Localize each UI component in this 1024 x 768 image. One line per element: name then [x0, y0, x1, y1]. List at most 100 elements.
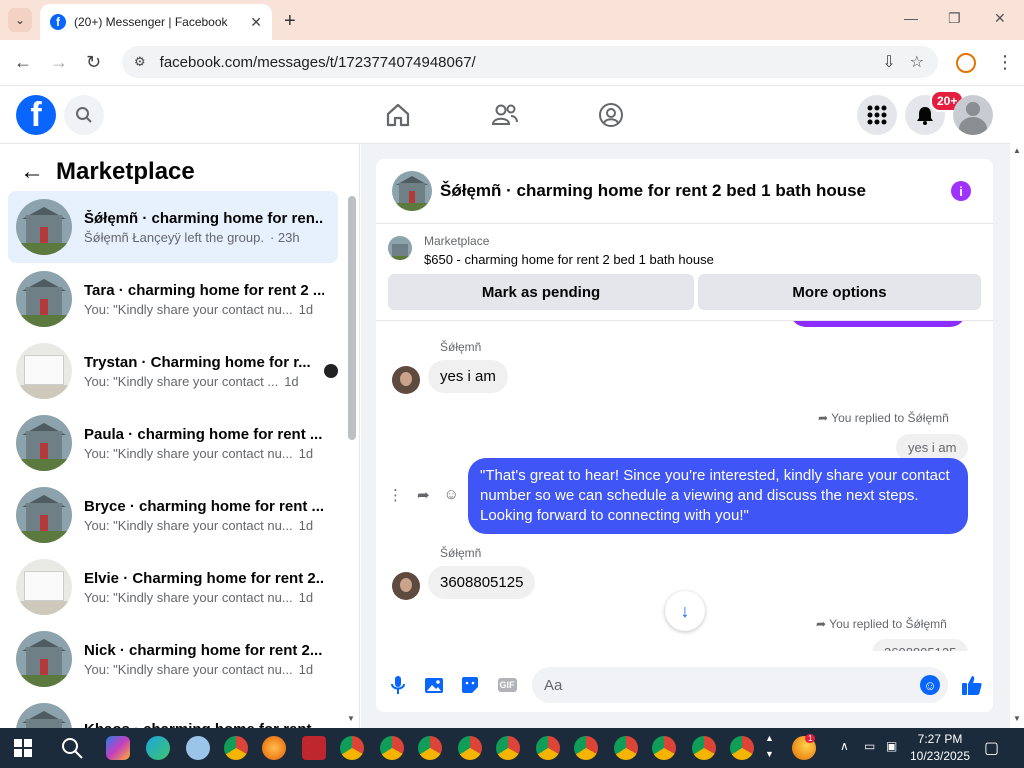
reply-icon[interactable]: ➦ [417, 486, 430, 504]
friends-nav-button[interactable] [490, 100, 520, 130]
emoji-icon[interactable]: ☺ [920, 675, 940, 695]
menu-grid-button[interactable] [857, 95, 897, 135]
back-arrow-icon[interactable]: ← [20, 158, 44, 186]
conversation-time: 1d [298, 661, 314, 677]
conversation-item[interactable]: Elvie · Charming home for rent 2... You: … [8, 551, 338, 623]
close-window-icon[interactable]: ✕ [994, 10, 1006, 27]
conversation-preview: You: "Kindly share your contact nu... [84, 445, 293, 461]
reload-icon[interactable]: ↻ [86, 52, 101, 73]
camera-icon[interactable]: ▭ [864, 739, 875, 753]
sender-avatar[interactable] [392, 366, 420, 394]
minimize-icon[interactable]: — [904, 10, 918, 26]
chrome-profile-icon[interactable] [574, 736, 598, 760]
conversation-item[interactable]: Nick · charming home for rent 2... You: "… [8, 623, 338, 695]
conversation-time: 1d [298, 445, 314, 461]
like-thumb-icon[interactable] [960, 675, 984, 695]
conversation-preview: You: "Kindly share your contact ... [84, 373, 279, 389]
notification-center-icon[interactable]: ▢ [984, 738, 999, 758]
edge-icon[interactable] [146, 736, 170, 760]
show-hidden-icons[interactable]: ∧ [840, 739, 849, 753]
mark-as-pending-button[interactable]: Mark as pending [388, 274, 694, 310]
groups-nav-button[interactable] [596, 100, 626, 130]
chrome-profile-icon[interactable] [418, 736, 442, 760]
tab-search-button[interactable]: ⌄ [8, 8, 32, 32]
conversation-thumb [16, 199, 72, 255]
page-scroll-up-icon[interactable]: ▲ [1013, 146, 1021, 155]
clock-date[interactable]: 10/23/2025 [906, 749, 974, 763]
back-icon[interactable]: ← [14, 52, 32, 73]
chat-title[interactable]: Šǿłęmñ · charming home for rent 2 bed 1 … [440, 181, 866, 201]
home-icon [386, 103, 410, 127]
chrome-icon[interactable] [224, 736, 248, 760]
more-options-button[interactable]: More options [698, 274, 981, 310]
quoted-phone[interactable]: 3608805125 [872, 639, 969, 651]
more-actions-icon[interactable]: ⋮ [388, 486, 403, 504]
bookmark-star-icon[interactable]: ☆ [910, 52, 924, 72]
chrome-profile-icon[interactable] [730, 736, 754, 760]
facebook-logo-icon[interactable]: f [16, 95, 56, 135]
facebook-favicon-icon: f [50, 14, 66, 30]
close-tab-icon[interactable]: ✕ [250, 14, 262, 31]
conversation-item[interactable]: Šǿłęmñ · charming home for ren... Šǿłęmñ … [8, 191, 338, 263]
chat-listing-thumb[interactable] [392, 171, 432, 211]
chrome-profile-icon[interactable] [496, 736, 520, 760]
listing-label: Marketplace [424, 234, 490, 248]
grid-menu-icon [867, 105, 887, 125]
home-nav-button[interactable] [383, 100, 413, 130]
chrome-profile-icon[interactable] [458, 736, 482, 760]
new-tab-icon[interactable]: + [284, 10, 296, 33]
quoted-message[interactable]: yes i am [896, 434, 969, 461]
sender-avatar-2[interactable] [392, 572, 420, 600]
chrome-profile-icon[interactable] [536, 736, 560, 760]
copilot-icon[interactable] [106, 736, 130, 760]
sidebar-scrollbar[interactable] [348, 196, 356, 440]
replied-label: ➦ You replied to Šǿłęmñ [818, 411, 949, 425]
network-icon[interactable]: ▣ [886, 739, 897, 753]
chrome-profile-icon[interactable] [380, 736, 404, 760]
sticker-icon[interactable] [460, 675, 480, 695]
clock-time[interactable]: 7:27 PM [906, 732, 974, 746]
message-input[interactable]: Aa ☺ [532, 667, 948, 703]
conversation-preview: Šǿłęmñ Łançeyÿ left the group. [84, 229, 264, 245]
scroll-to-bottom-button[interactable]: ↓ [665, 591, 705, 631]
firefox-icon[interactable] [262, 736, 286, 760]
sidebar-scroll-down-icon[interactable]: ▼ [347, 714, 355, 723]
conversation-list: Šǿłęmñ · charming home for ren... Šǿłęmñ … [8, 191, 338, 767]
account-avatar[interactable] [953, 95, 993, 135]
incoming-message[interactable]: yes i am [428, 360, 508, 393]
react-icon[interactable]: ☺ [444, 486, 459, 504]
chrome-profile-icon[interactable] [340, 736, 364, 760]
url-text[interactable]: facebook.com/messages/t/1723774074948067… [160, 54, 883, 71]
search-button[interactable] [64, 95, 104, 135]
omnibox[interactable]: ⚙ facebook.com/messages/t/17237740749480… [122, 46, 938, 78]
sender-name: Šǿłęmñ [440, 340, 482, 354]
info-icon[interactable]: i [951, 181, 971, 201]
windows-taskbar: ▲ ▼ 1 ∧ ▭ ▣ 7:27 PM 10/23/2025 ▢ [0, 728, 1024, 768]
browser-profile-icon[interactable] [956, 53, 976, 73]
photo-icon[interactable] [424, 675, 444, 695]
conversation-item[interactable]: Trystan · Charming home for r... You: "Ki… [8, 335, 338, 407]
facebook-header: f 20+ [0, 86, 1010, 144]
paint-icon[interactable] [186, 736, 210, 760]
conversation-item[interactable]: Tara · charming home for rent 2 ... You: … [8, 263, 338, 335]
conversation-item[interactable]: Bryce · charming home for rent ... You: "… [8, 479, 338, 551]
windows-start-icon[interactable] [14, 739, 32, 757]
conversation-item[interactable]: Paula · charming home for rent ... You: "… [8, 407, 338, 479]
taskbar-overflow-icon[interactable]: ▲ ▼ [765, 730, 774, 762]
gif-icon[interactable]: GIF [496, 675, 518, 695]
outgoing-message[interactable]: "That's great to hear! Since you're inte… [468, 458, 968, 534]
chrome-profile-icon[interactable] [614, 736, 638, 760]
forward-icon[interactable]: → [50, 52, 68, 73]
taskbar-search-icon[interactable] [60, 736, 84, 765]
microphone-icon[interactable] [388, 675, 408, 695]
chrome-profile-icon[interactable] [652, 736, 676, 760]
page-scroll-down-icon[interactable]: ▼ [1013, 714, 1021, 723]
install-app-icon[interactable]: ⇩ [882, 52, 895, 72]
app-icon[interactable] [302, 736, 326, 760]
site-info-icon[interactable]: ⚙ [134, 54, 146, 70]
incoming-phone-message[interactable]: 3608805125 [428, 566, 536, 599]
browser-tab[interactable]: f (20+) Messenger | Facebook ✕ [40, 4, 272, 40]
chrome-profile-icon[interactable] [692, 736, 716, 760]
browser-menu-icon[interactable]: ⋮ [996, 52, 1014, 73]
restore-icon[interactable]: ❐ [948, 10, 961, 27]
